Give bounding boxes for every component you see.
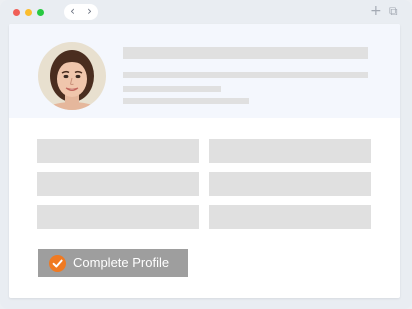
nav-buttons: ‹ ›: [64, 4, 98, 20]
avatar: [38, 42, 106, 110]
form-field-placeholder[interactable]: [209, 205, 371, 229]
check-circle-icon: [49, 255, 66, 272]
form-field-placeholder[interactable]: [37, 205, 199, 229]
form-field-placeholder[interactable]: [37, 172, 199, 196]
back-arrow-icon[interactable]: ‹: [64, 4, 81, 20]
form-field-placeholder[interactable]: [209, 172, 371, 196]
maximize-window-dot[interactable]: [37, 9, 44, 16]
browser-frame: ‹ › + ⧉ Complete Profile: [0, 0, 412, 309]
form-field-placeholder[interactable]: [209, 139, 371, 163]
page-window: Complete Profile: [9, 24, 400, 298]
complete-profile-button[interactable]: Complete Profile: [38, 249, 188, 277]
profile-header: [9, 24, 400, 118]
forward-arrow-icon[interactable]: ›: [81, 4, 98, 20]
detail-placeholder-line-1: [123, 72, 368, 78]
close-window-dot[interactable]: [13, 9, 20, 16]
complete-profile-label: Complete Profile: [73, 255, 170, 270]
woman-portrait-icon: [38, 42, 106, 110]
new-tab-icon[interactable]: +: [370, 3, 382, 19]
detail-placeholder-line-2: [123, 86, 221, 92]
duplicate-window-icon[interactable]: ⧉: [389, 3, 398, 19]
detail-placeholder-line-3: [123, 98, 249, 104]
name-placeholder: [123, 47, 368, 59]
minimize-window-dot[interactable]: [25, 9, 32, 16]
form-field-placeholder[interactable]: [37, 139, 199, 163]
